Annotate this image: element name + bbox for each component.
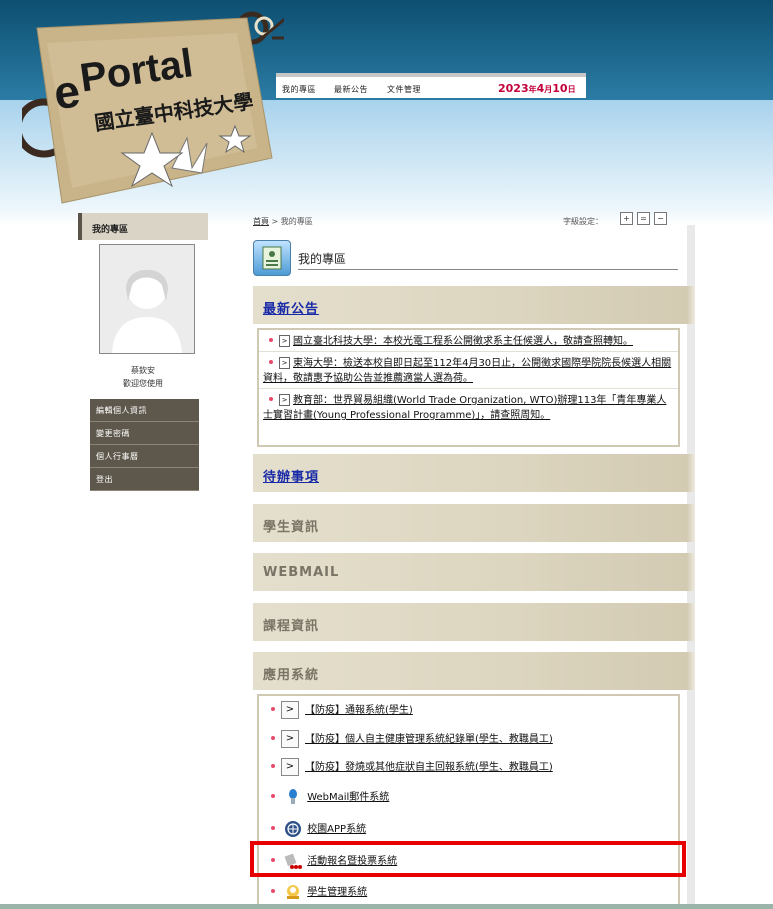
arrow-icon: > xyxy=(281,730,299,748)
arrow-icon: > xyxy=(279,335,290,347)
list-item: > 【防疫】個人自主健康管理系統紀錄單(學生、教職員工) xyxy=(265,730,553,748)
app-link[interactable]: WebMail郵件系統 xyxy=(307,792,389,803)
news-link[interactable]: 東海大學：檢送本校自即日起至112年4月30日止，公開徵求國際學院院長候選人相關… xyxy=(263,358,671,384)
avatar xyxy=(99,244,195,354)
section-todo-title[interactable]: 待辦事項 xyxy=(263,466,319,485)
top-nav: 我的專區 最新公告 文件管理 2023年4月10日 xyxy=(276,73,586,98)
eportal-logo[interactable]: e Portal 國立臺中科技大學 xyxy=(22,8,284,208)
breadcrumb-home[interactable]: 首頁 xyxy=(253,217,269,226)
arrow-icon: > xyxy=(281,701,299,719)
bullet-icon xyxy=(269,338,273,342)
breadcrumb-separator: > xyxy=(269,217,281,226)
news-item: > 國立臺北科技大學：本校光電工程系公開徵求系主任候選人，敬請查照轉知。 xyxy=(259,330,678,352)
campus-app-icon xyxy=(285,821,302,837)
sidebar-item-change-password[interactable]: 變更密碼 xyxy=(90,422,199,445)
bullet-icon xyxy=(271,794,275,798)
news-item: > 教育部：世界貿易組織(World Trade Organization, WT… xyxy=(259,389,678,425)
my-zone-icon xyxy=(253,240,291,276)
font-smaller-button[interactable]: − xyxy=(654,212,667,225)
date-day-unit: 日 xyxy=(567,85,576,94)
list-item: 學生管理系統 xyxy=(265,883,367,901)
section-student[interactable]: 學生資訊 xyxy=(253,504,695,542)
font-size-setting: 字級設定： xyxy=(563,216,603,227)
header: e Portal 國立臺中科技大學 我的專區 最新公告 文件管理 2023年4月… xyxy=(0,0,773,225)
breadcrumb-current: 我的專區 xyxy=(280,217,313,226)
breadcrumb: 首頁 > 我的專區 xyxy=(253,216,313,227)
section-apps-title: 應用系統 xyxy=(263,668,320,683)
user-silhouette-icon xyxy=(100,245,194,353)
app-link[interactable]: 學生管理系統 xyxy=(307,887,367,898)
sidebar-item-edit-profile[interactable]: 編輯個人資訊 xyxy=(90,399,199,422)
font-normal-button[interactable]: = xyxy=(637,212,650,225)
date-day: 10 xyxy=(552,82,568,95)
page-title: 我的專區 xyxy=(298,252,347,266)
sidebar-item-logout[interactable]: 登出 xyxy=(90,468,199,491)
bullet-icon xyxy=(271,826,275,830)
date-display: 2023年4月10日 xyxy=(498,82,576,95)
sidebar-tab-my-zone: 我的專區 xyxy=(78,213,208,240)
news-link[interactable]: 教育部：世界貿易組織(World Trade Organization, WTO… xyxy=(263,395,666,421)
list-item: 校園APP系統 xyxy=(265,820,366,838)
arrow-icon: > xyxy=(279,394,290,406)
bullet-icon xyxy=(271,889,275,893)
section-news: 最新公告 xyxy=(253,286,695,324)
sidebar-tab-label: 我的專區 xyxy=(92,225,129,235)
section-webmail-title: WEBMAIL xyxy=(263,565,340,580)
section-apps[interactable]: 應用系統 xyxy=(253,652,695,690)
section-news-title[interactable]: 最新公告 xyxy=(263,298,319,317)
user-name: 蔡欽安 xyxy=(131,366,155,375)
bullet-icon xyxy=(271,764,275,768)
section-webmail[interactable]: WEBMAIL xyxy=(253,553,695,591)
app-link[interactable]: 【防疫】發燒或其他症狀自主回報系統(學生、教職員工) xyxy=(305,762,553,773)
bullet-icon xyxy=(269,360,273,364)
list-item: WebMail郵件系統 xyxy=(265,788,389,806)
section-student-title: 學生資訊 xyxy=(263,520,320,535)
student-mgmt-icon xyxy=(287,885,300,899)
title-underline xyxy=(298,269,678,270)
app-link[interactable]: 校園APP系統 xyxy=(307,824,366,835)
list-item: > 【防疫】發燒或其他症狀自主回報系統(學生、教職員工) xyxy=(265,758,553,776)
news-item: > 東海大學：檢送本校自即日起至112年4月30日止，公開徵求國際學院院長候選人相… xyxy=(259,352,678,389)
section-todo: 待辦事項 xyxy=(253,454,695,492)
news-list: > 國立臺北科技大學：本校光電工程系公開徵求系主任候選人，敬請查照轉知。 > 東海大… xyxy=(257,328,680,447)
app-link[interactable]: 【防疫】個人自主健康管理系統紀錄單(學生、教職員工) xyxy=(305,734,553,745)
topnav-my-zone[interactable]: 我的專區 xyxy=(282,84,316,95)
section-course-title: 課程資訊 xyxy=(263,619,320,634)
font-size-label: 字級設定： xyxy=(563,217,603,226)
font-larger-button[interactable]: + xyxy=(620,212,633,225)
topnav-documents[interactable]: 文件管理 xyxy=(387,84,421,95)
bullet-icon xyxy=(271,707,275,711)
app-link[interactable]: 【防疫】通報系統(學生) xyxy=(305,705,413,716)
topnav-news[interactable]: 最新公告 xyxy=(334,84,368,95)
arrow-icon: > xyxy=(279,357,290,369)
date-year: 2023 xyxy=(498,82,529,95)
news-link[interactable]: 國立臺北科技大學：本校光電工程系公開徵求系主任候選人，敬請查照轉知。 xyxy=(293,336,633,347)
webmail-icon xyxy=(289,789,298,804)
date-year-unit: 年 xyxy=(528,85,537,94)
welcome-text: 歡迎您使用 xyxy=(123,379,163,388)
bullet-icon xyxy=(271,736,275,740)
bullet-icon xyxy=(269,397,273,401)
list-item: > 【防疫】通報系統(學生) xyxy=(265,701,413,719)
sidebar-menu: 編輯個人資訊 變更密碼 個人行事曆 登出 xyxy=(90,399,199,491)
highlight-box xyxy=(250,841,686,877)
arrow-icon: > xyxy=(281,758,299,776)
section-course[interactable]: 課程資訊 xyxy=(253,603,695,641)
bottom-border xyxy=(0,904,773,909)
sidebar-item-calendar[interactable]: 個人行事曆 xyxy=(90,445,199,468)
